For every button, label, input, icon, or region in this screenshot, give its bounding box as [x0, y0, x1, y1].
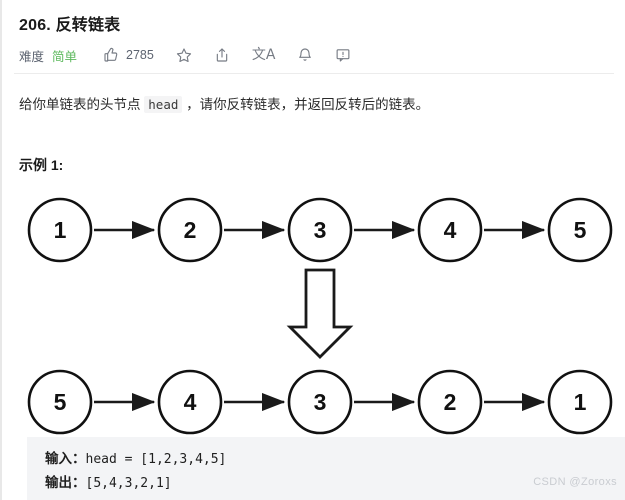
- svg-text:1: 1: [54, 217, 67, 243]
- svg-text:4: 4: [184, 389, 197, 415]
- linked-list-diagram: 1 2 3 4 5 5 4 3 2 1: [2, 185, 625, 435]
- input-label: 输入：: [45, 451, 86, 466]
- notification-button[interactable]: [297, 47, 313, 63]
- description-text-after: ，请你反转链表，并返回反转后的链表。: [186, 97, 430, 112]
- svg-text:3: 3: [314, 217, 327, 243]
- inline-code-head: head: [144, 96, 183, 113]
- output-label: 输出：: [45, 475, 86, 490]
- feedback-icon: [335, 47, 351, 63]
- problem-description: 给你单链表的头节点 head ，请你反转链表，并返回反转后的链表。: [19, 93, 429, 117]
- output-value: [5,4,3,2,1]: [85, 476, 172, 491]
- translate-button[interactable]: 文A: [252, 48, 276, 62]
- svg-text:2: 2: [184, 217, 197, 243]
- svg-text:3: 3: [314, 389, 327, 415]
- page-title: 206. 反转链表: [19, 17, 121, 34]
- feedback-button[interactable]: [335, 47, 351, 63]
- svg-text:4: 4: [444, 217, 457, 243]
- example-heading: 示例 1:: [19, 157, 64, 173]
- input-value: head = [1,2,3,4,5]: [85, 452, 227, 467]
- favorite-button[interactable]: [176, 47, 192, 63]
- header-divider: [14, 73, 614, 74]
- share-button[interactable]: [214, 47, 230, 63]
- like-count: 2785: [126, 48, 154, 62]
- example-code-block: 输入：head = [1,2,3,4,5] 输出：[5,4,3,2,1]: [27, 437, 625, 500]
- bell-icon: [297, 47, 313, 63]
- description-text-before: 给你单链表的头节点: [19, 97, 141, 112]
- thumbs-up-icon: [103, 47, 119, 63]
- down-block-arrow-icon: [286, 268, 354, 359]
- difficulty-badge[interactable]: 简单: [52, 46, 77, 65]
- difficulty-label: 难度: [19, 49, 45, 64]
- svg-text:1: 1: [574, 389, 587, 415]
- svg-text:5: 5: [54, 389, 67, 415]
- star-icon: [176, 47, 192, 63]
- svg-text:5: 5: [574, 217, 587, 243]
- like-button[interactable]: 2785: [103, 47, 154, 63]
- example-input-line: 输入：head = [1,2,3,4,5]: [45, 447, 625, 471]
- problem-page: 206. 反转链表 难度 简单 2785 文A 给你单链表的头节点 head ，…: [0, 0, 625, 500]
- translate-icon: 文A: [251, 47, 276, 63]
- watermark: CSDN @Zoroxs: [533, 476, 617, 488]
- svg-text:2: 2: [444, 389, 457, 415]
- problem-meta-row: 难度 简单 2785 文A: [19, 43, 373, 67]
- share-icon: [214, 47, 230, 63]
